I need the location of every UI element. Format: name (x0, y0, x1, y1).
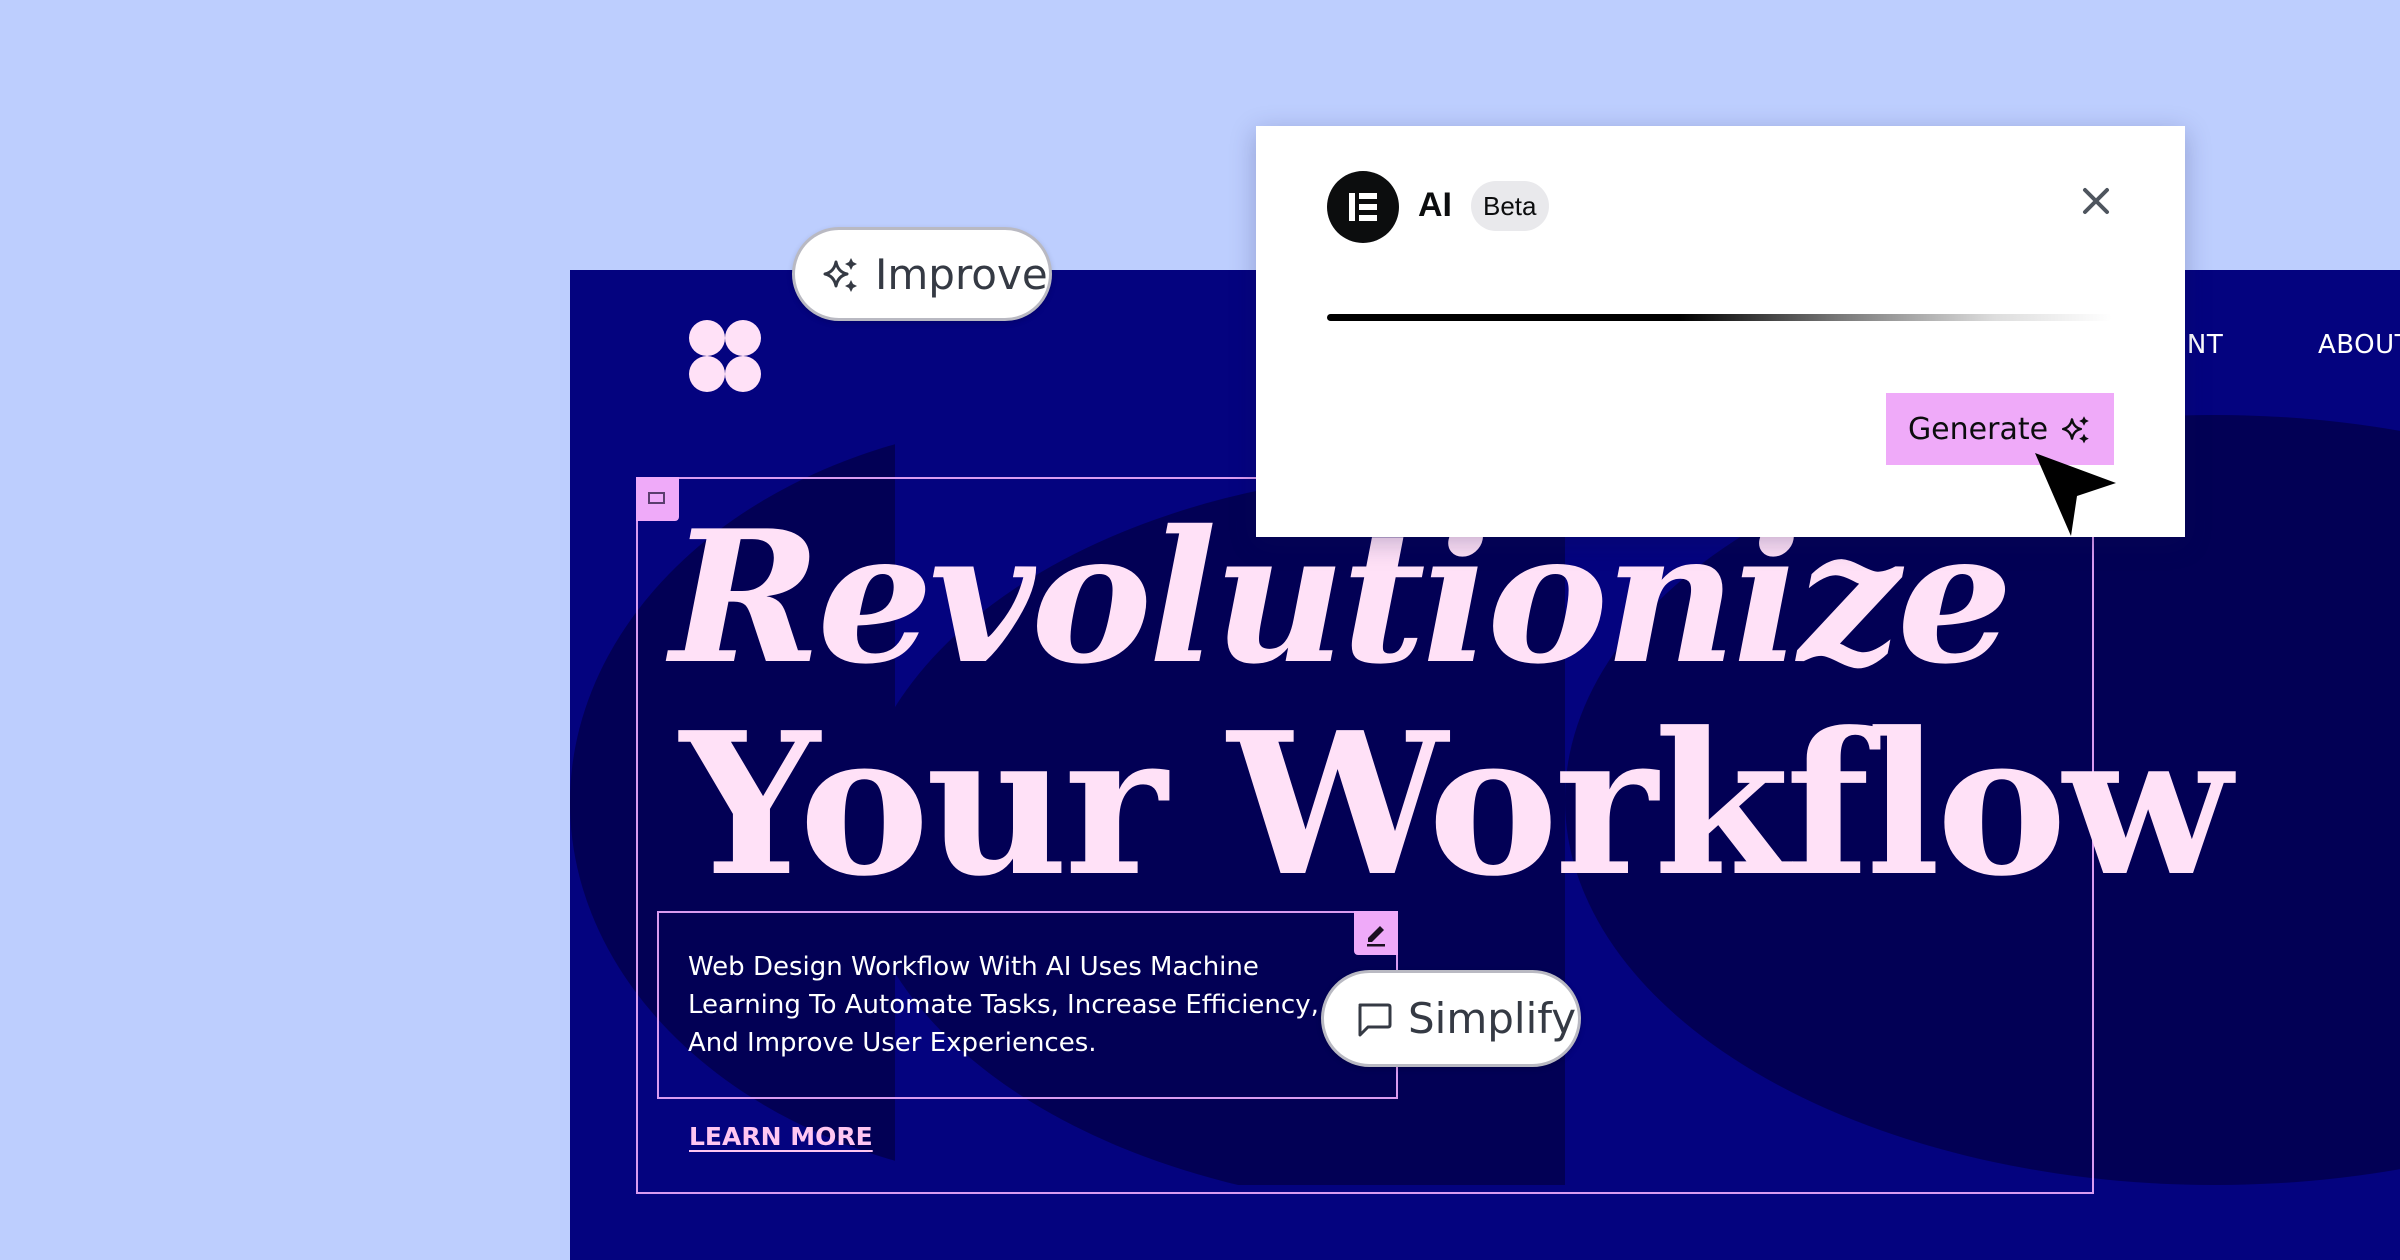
pencil-icon (1367, 926, 1385, 947)
close-button[interactable] (2076, 181, 2116, 221)
chat-bubble-icon (1358, 1003, 1392, 1036)
improve-label: Improve (875, 249, 1048, 299)
headline-line-2[interactable]: Your Workflow (680, 690, 2232, 920)
improve-button[interactable]: Improve (792, 227, 1052, 321)
elementor-logo (1327, 171, 1399, 243)
generate-label: Generate (1907, 411, 2049, 447)
simplify-button[interactable]: Simplify (1321, 970, 1581, 1067)
site-logo[interactable] (689, 320, 761, 392)
container-icon (648, 492, 665, 504)
learn-more-link[interactable]: LEARN MORE (689, 1122, 873, 1151)
loading-progress-bar (1327, 314, 2112, 321)
sparkles-icon (823, 258, 857, 292)
nav-item-about[interactable]: ABOUT (2318, 330, 2400, 360)
description-text[interactable]: Web Design Workflow With AI Uses Machine… (688, 948, 1328, 1062)
sparkles-icon (2062, 416, 2089, 444)
text-edit-handle[interactable] (1354, 911, 1398, 955)
mouse-cursor-icon (2035, 453, 2116, 536)
close-icon (2083, 188, 2109, 214)
ai-title: AI (1418, 186, 1452, 224)
beta-badge: Beta (1471, 181, 1549, 231)
simplify-label: Simplify (1408, 994, 1577, 1043)
